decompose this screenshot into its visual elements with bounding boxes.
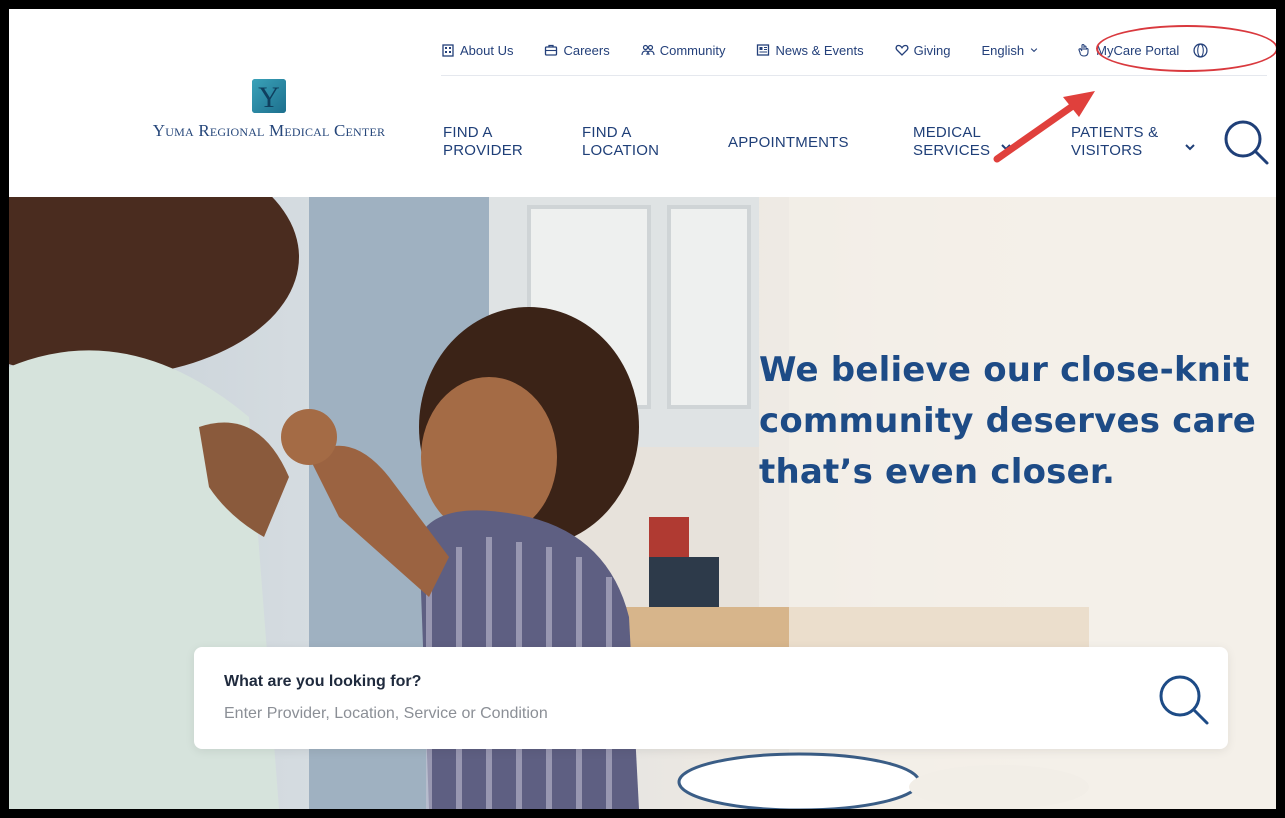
utility-link-news-events[interactable]: News & Events xyxy=(756,42,864,58)
search-label: What are you looking for? xyxy=(224,673,422,690)
nav-label-line1: FIND A xyxy=(443,124,493,141)
hero-banner: We believe our close-knit community dese… xyxy=(9,197,1276,809)
utility-link-careers[interactable]: Careers xyxy=(544,42,610,58)
hero-headline-line: community deserves care xyxy=(759,401,1256,441)
heart-icon xyxy=(895,44,909,56)
hero-headline-line: that’s even closer. xyxy=(759,452,1116,492)
logo-letter: Y xyxy=(258,81,280,114)
utility-link-label: Careers xyxy=(563,42,610,58)
header-divider xyxy=(441,75,1267,76)
search-icon[interactable] xyxy=(1154,671,1212,729)
briefcase-icon xyxy=(545,44,558,56)
utility-link-community[interactable]: Community xyxy=(641,42,726,58)
utility-link-label: News & Events xyxy=(775,42,864,58)
hero-search-input[interactable] xyxy=(224,702,1124,726)
hand-icon xyxy=(1078,43,1089,57)
site-header: Y Yuma Regional Medical Center About Us … xyxy=(9,9,1276,197)
hero-headline-line: We believe our close-knit xyxy=(759,350,1250,390)
nav-find-a-provider[interactable]: FIND A PROVIDER xyxy=(443,124,523,160)
utility-link-giving[interactable]: Giving xyxy=(895,43,951,58)
header-search-icon[interactable] xyxy=(1219,117,1271,169)
hero-headline: We believe our close-knit community dese… xyxy=(759,345,1276,498)
nav-appointments[interactable]: APPOINTMENTS xyxy=(728,134,849,152)
nav-label-line1: FIND A xyxy=(582,124,632,141)
nav-find-a-location[interactable]: FIND A LOCATION xyxy=(582,124,659,160)
annotation-highlight-ellipse xyxy=(1096,25,1276,72)
newspaper-icon xyxy=(757,44,770,56)
annotation-arrow-icon xyxy=(993,91,1095,163)
utility-link-label: About Us xyxy=(460,42,514,58)
site-logo[interactable]: Y Yuma Regional Medical Center xyxy=(114,77,424,157)
utility-link-about-us[interactable]: About Us xyxy=(441,43,513,58)
utility-nav: About Us Careers Community News & Events… xyxy=(441,40,1208,60)
language-select-label: English xyxy=(981,42,1025,58)
chevron-down-icon xyxy=(1030,48,1038,53)
nav-label-line1: APPOINTMENTS xyxy=(728,134,849,151)
utility-link-label: Giving xyxy=(913,42,951,58)
logo-text: Yuma Regional Medical Center xyxy=(152,121,386,140)
logo-mark-icon: Y xyxy=(252,79,286,114)
language-select[interactable]: English xyxy=(982,43,1040,58)
people-icon xyxy=(641,44,655,56)
nav-label-line2: LOCATION xyxy=(582,142,660,159)
nav-label-line2: PROVIDER xyxy=(443,142,523,159)
chevron-down-icon xyxy=(1185,144,1195,151)
hero-search-panel: What are you looking for? xyxy=(194,647,1228,749)
building-icon xyxy=(442,44,454,57)
browser-page: Y Yuma Regional Medical Center About Us … xyxy=(9,9,1276,809)
utility-link-label: Community xyxy=(659,42,726,58)
